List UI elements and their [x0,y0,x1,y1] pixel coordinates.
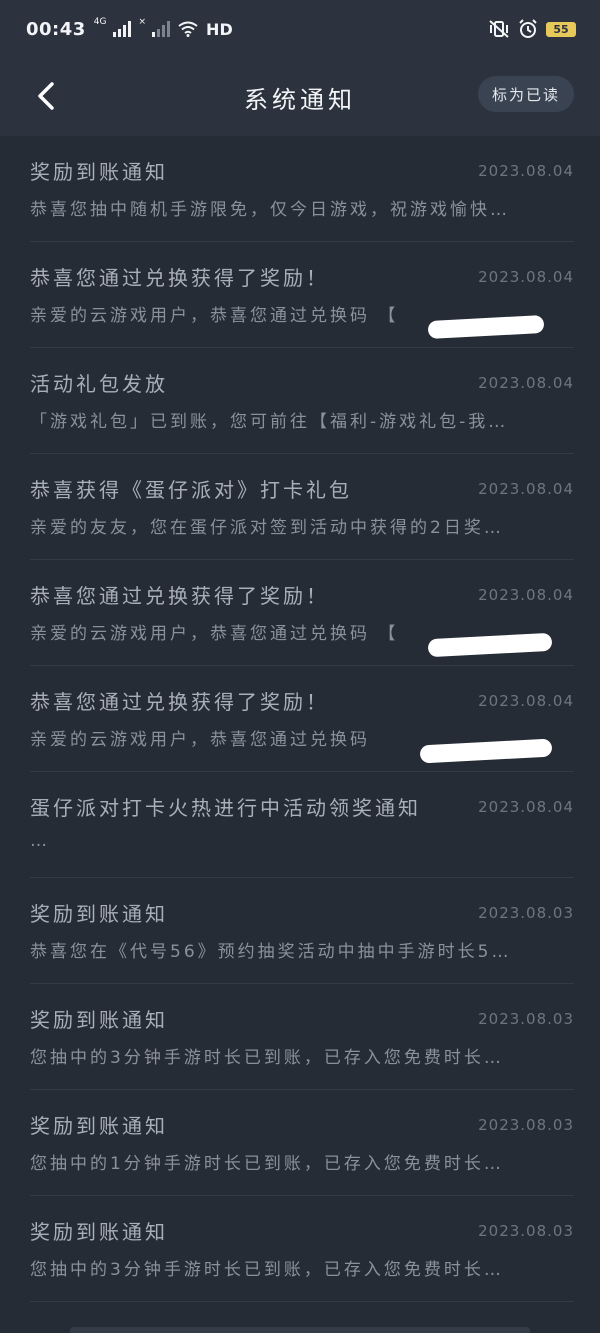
notification-item[interactable]: 恭喜获得《蛋仔派对》打卡礼包 2023.08.04 亲爱的友友，您在蛋仔派对签到活动… [30,454,574,560]
notification-date: 2023.08.04 [478,479,574,498]
notification-header-row: 奖励到账通知 2023.08.03 [30,898,574,927]
notification-date: 2023.08.03 [478,1009,574,1028]
notification-date: 2023.08.03 [478,1115,574,1134]
status-right: 55 [488,19,576,39]
notification-title: 恭喜您通过兑换获得了奖励！ [30,584,329,608]
notification-preview: 「游戏礼包」已到账，您可前往【福利-游戏礼包-我… [30,412,509,432]
notification-item[interactable]: 奖励到账通知 2023.08.04 恭喜您抽中随机手游限免，仅今日游戏，祝游戏愉快… [30,136,574,242]
notification-item[interactable]: 活动礼包发放 2023.08.04 「游戏礼包」已到账，您可前往【福利-游戏礼包-我… [30,348,574,454]
notification-header-row: 奖励到账通知 2023.08.03 [30,1004,574,1033]
notification-preview: 恭喜您在《代号56》预约抽奖活动中抽中手游时长5… [30,942,512,962]
notification-item[interactable]: 恭喜您通过兑换获得了奖励！ 2023.08.04 亲爱的云游戏用户，恭喜您通过兑换码… [30,242,574,348]
status-bar: 00:43 4G × HD 55 [0,0,600,58]
notification-preview: 恭喜您抽中随机手游限免，仅今日游戏，祝游戏愉快… [30,200,510,220]
notification-title: 奖励到账通知 [30,1220,168,1244]
notification-title: 奖励到账通知 [30,1008,168,1032]
notification-header-row: 奖励到账通知 2023.08.04 [30,156,574,185]
notification-date: 2023.08.04 [478,585,574,604]
notification-preview: 您抽中的1分钟手游时长已到账，已存入您免费时长… [30,1154,504,1174]
notification-title: 恭喜获得《蛋仔派对》打卡礼包 [30,478,352,502]
notification-list: 奖励到账通知 2023.08.04 恭喜您抽中随机手游限免，仅今日游戏，祝游戏愉快…… [0,136,600,1302]
notification-date: 2023.08.04 [478,373,574,392]
notification-title: 蛋仔派对打卡火热进行中活动领奖通知 [30,796,421,820]
notification-date: 2023.08.04 [478,797,574,816]
scroll-bottom-edge [70,1327,530,1333]
notification-item[interactable]: 恭喜您通过兑换获得了奖励！ 2023.08.04 亲爱的云游戏用户，恭喜您通过兑换码… [30,560,574,666]
battery-icon: 55 [546,21,576,37]
notification-header-row: 恭喜您通过兑换获得了奖励！ 2023.08.04 [30,686,574,715]
notification-preview: 您抽中的3分钟手游时长已到账，已存入您免费时长… [30,1260,504,1280]
notification-date: 2023.08.04 [478,161,574,180]
notification-item[interactable]: 奖励到账通知 2023.08.03 您抽中的3分钟手游时长已到账，已存入您免费时长… [30,1196,574,1302]
notification-item[interactable]: 恭喜您通过兑换获得了奖励！ 2023.08.04 亲爱的云游戏用户，恭喜您通过兑换码 [30,666,574,772]
notification-preview: 您抽中的3分钟手游时长已到账，已存入您免费时长… [30,1048,504,1068]
notification-title: 奖励到账通知 [30,902,168,926]
notification-date: 2023.08.04 [478,691,574,710]
page-title: 系统通知 [244,85,356,114]
signal-icon-2 [152,21,171,37]
notification-item[interactable]: 奖励到账通知 2023.08.03 您抽中的1分钟手游时长已到账，已存入您免费时长… [30,1090,574,1196]
notification-item[interactable]: 奖励到账通知 2023.08.03 您抽中的3分钟手游时长已到账，已存入您免费时长… [30,984,574,1090]
notification-header-row: 恭喜获得《蛋仔派对》打卡礼包 2023.08.04 [30,474,574,503]
back-arrow-icon[interactable] [30,78,66,114]
notification-header-row: 恭喜您通过兑换获得了奖励！ 2023.08.04 [30,262,574,291]
notification-title: 恭喜您通过兑换获得了奖励！ [30,690,329,714]
notification-preview: … [30,831,50,851]
notification-title: 奖励到账通知 [30,1114,168,1138]
notification-header-row: 恭喜您通过兑换获得了奖励！ 2023.08.04 [30,580,574,609]
notification-title: 活动礼包发放 [30,372,168,396]
mark-as-read-button[interactable]: 标为已读 [477,76,574,112]
alarm-icon [519,19,537,38]
notification-item[interactable]: 奖励到账通知 2023.08.03 恭喜您在《代号56》预约抽奖活动中抽中手游时长5… [30,878,574,984]
notification-date: 2023.08.04 [478,267,574,286]
notification-header-row: 奖励到账通知 2023.08.03 [30,1110,574,1139]
notification-date: 2023.08.03 [478,1221,574,1240]
notification-title: 奖励到账通知 [30,160,168,184]
status-left: 00:43 4G × HD [26,17,233,40]
signal-icon [112,21,131,37]
vibrate-icon [489,20,509,38]
notification-header-row: 活动礼包发放 2023.08.04 [30,368,574,397]
status-time: 00:43 [26,18,86,40]
network-type-label: 4G [93,17,107,27]
notification-header-row: 奖励到账通知 2023.08.03 [30,1216,574,1245]
notification-preview: 亲爱的友友，您在蛋仔派对签到活动中获得的2日奖… [30,518,504,538]
notification-header-row: 蛋仔派对打卡火热进行中活动领奖通知 2023.08.04 [30,792,574,821]
notification-item[interactable]: 蛋仔派对打卡火热进行中活动领奖通知 2023.08.04 … [30,772,574,878]
wifi-icon [178,21,198,37]
notification-title: 恭喜您通过兑换获得了奖励！ [30,266,329,290]
no-signal-mark: × [138,17,147,27]
notification-date: 2023.08.03 [478,903,574,922]
hd-indicator: HD [206,19,233,39]
app-header: 系统通知 标为已读 [0,58,600,136]
